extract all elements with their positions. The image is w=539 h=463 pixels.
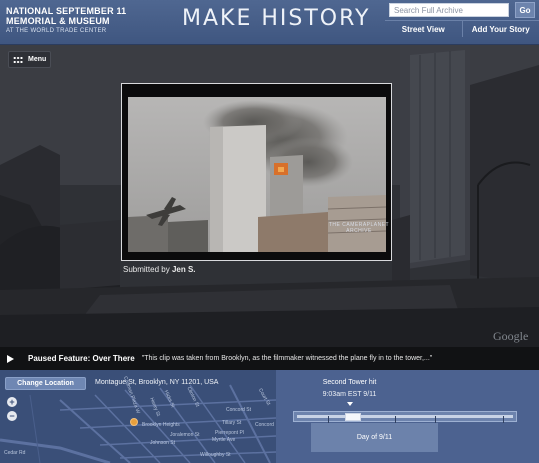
timeline-tick [395, 416, 396, 423]
play-button[interactable] [7, 352, 21, 366]
grid-icon [13, 55, 23, 64]
video-watermark: THE CAMERAPLANET ARCHIVE [328, 222, 390, 234]
site-header: NATIONAL SEPTEMBER 11 MEMORIAL & MUSEUM … [0, 0, 539, 45]
timeline-tick [435, 416, 436, 423]
street-label: Concord St [226, 407, 252, 413]
header-nav: Street View Add Your Story [385, 20, 539, 37]
street-label: Willoughby St [200, 452, 231, 458]
menu-button[interactable]: Menu [8, 51, 51, 68]
nav-street-view[interactable]: Street View [385, 21, 462, 37]
timeline-tick [328, 416, 329, 423]
current-address: Montague St, Brooklyn, NY 11201, USA [95, 379, 219, 386]
street-label: Concord [255, 422, 274, 428]
timeline-track [297, 413, 513, 423]
timeline-panel: Second Tower hit 9:03am EST 9/11 Day of … [276, 370, 539, 463]
change-location-button[interactable]: Change Location [5, 377, 86, 390]
street-label: Pierrepont Pl [215, 430, 244, 436]
zoom-out-button[interactable]: − [7, 411, 17, 421]
location-map[interactable]: Change Location Montague St, Brooklyn, N… [0, 370, 276, 463]
location-pin-icon[interactable] [130, 418, 138, 426]
timeline-day-panel[interactable]: Day of 9/11 [311, 423, 438, 452]
timeline-time-label: 9:03am EST 9/11 [322, 391, 377, 398]
logo-line-3: AT THE WORLD TRADE CENTER [6, 28, 107, 34]
play-icon [7, 354, 14, 363]
search-input[interactable] [389, 3, 509, 17]
submitted-by: Submitted by Jen S. [123, 265, 196, 274]
timeline-marker-icon [347, 402, 353, 406]
street-label: Joralemon St [170, 432, 200, 438]
google-attribution: Google [493, 329, 529, 343]
logo-line-1: NATIONAL SEPTEMBER 11 [6, 6, 127, 16]
street-label: Tillary St [222, 420, 242, 426]
submitter-name[interactable]: Jen S. [172, 265, 196, 274]
page-title: MAKE HISTORY [182, 6, 371, 31]
story-video-player[interactable]: THE CAMERAPLANET ARCHIVE [121, 83, 392, 261]
street-view-scene[interactable]: Menu THE CAMERAPLANET ARCHIVE Submitted … [0, 45, 539, 347]
street-label: Brooklyn Heights [142, 422, 180, 428]
timeline-event-label: Second Tower hit [322, 379, 377, 386]
logo-line-2: MEMORIAL & MUSEUM [6, 16, 110, 26]
street-label: Myrtle Ave [212, 437, 236, 443]
feature-description: "This clip was taken from Brooklyn, as t… [141, 355, 433, 362]
menu-label: Menu [28, 56, 47, 63]
museum-logo[interactable]: NATIONAL SEPTEMBER 11 MEMORIAL & MUSEUM … [6, 6, 126, 36]
timeline-slider[interactable] [293, 411, 517, 423]
search-go-button[interactable]: Go [515, 2, 535, 18]
zoom-in-button[interactable]: + [7, 397, 17, 407]
feature-title: Paused Feature: Over There [28, 354, 135, 363]
timeline-day-label: Day of 9/11 [356, 434, 393, 441]
feature-bar: Paused Feature: Over There "This clip wa… [0, 347, 539, 370]
street-label: Johnson St [150, 440, 176, 446]
street-label: Cedar Rd [4, 450, 26, 456]
submitted-prefix: Submitted by [123, 265, 170, 274]
nav-add-your-story[interactable]: Add Your Story [461, 21, 539, 37]
timeline-handle[interactable] [345, 413, 361, 421]
timeline-tick [503, 416, 504, 423]
